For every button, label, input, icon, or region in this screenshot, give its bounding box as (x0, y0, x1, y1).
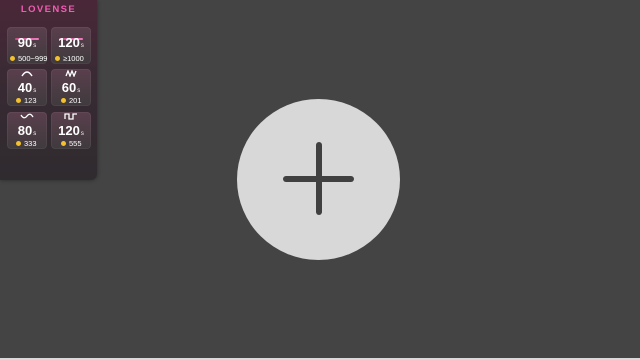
coin-icon (55, 56, 60, 61)
duration-unit: s (33, 43, 37, 49)
token-range: 500~999 (10, 54, 47, 63)
lovense-logo: LOVENSE (20, 4, 77, 15)
add-button[interactable] (237, 99, 400, 260)
level-duration: 40 (17, 80, 33, 95)
duration-unit: s (77, 88, 81, 94)
token-amount: 123 (16, 96, 37, 105)
duration-unit: s (80, 43, 84, 49)
level-duration: 80 (17, 123, 33, 138)
duration-unit: s (33, 131, 37, 137)
coin-icon (16, 98, 21, 103)
level-duration: 120 (58, 123, 80, 138)
level-duration: 120 (58, 35, 80, 50)
token-amount: 201 (61, 96, 82, 105)
duration-unit: s (33, 88, 37, 94)
wave-icon (21, 71, 33, 77)
level-duration: 60 (61, 80, 77, 95)
coin-icon (16, 141, 21, 146)
coin-icon (61, 141, 66, 146)
level-duration: 90 (17, 35, 33, 50)
token-range: ≥1000 (55, 54, 84, 63)
pulse-icon (65, 70, 77, 77)
coin-icon (61, 98, 66, 103)
fireworks-icon (64, 113, 77, 120)
plus-icon-vertical (316, 142, 322, 215)
earthquake-icon (20, 113, 34, 119)
token-amount: 555 (61, 139, 82, 148)
token-amount: 333 (16, 139, 37, 148)
coin-icon (10, 56, 15, 61)
lovense-tip-menu: LOVENSE 90s 500~999 120s ≥1000 40s 123 6… (0, 0, 97, 180)
duration-unit: s (80, 131, 84, 137)
